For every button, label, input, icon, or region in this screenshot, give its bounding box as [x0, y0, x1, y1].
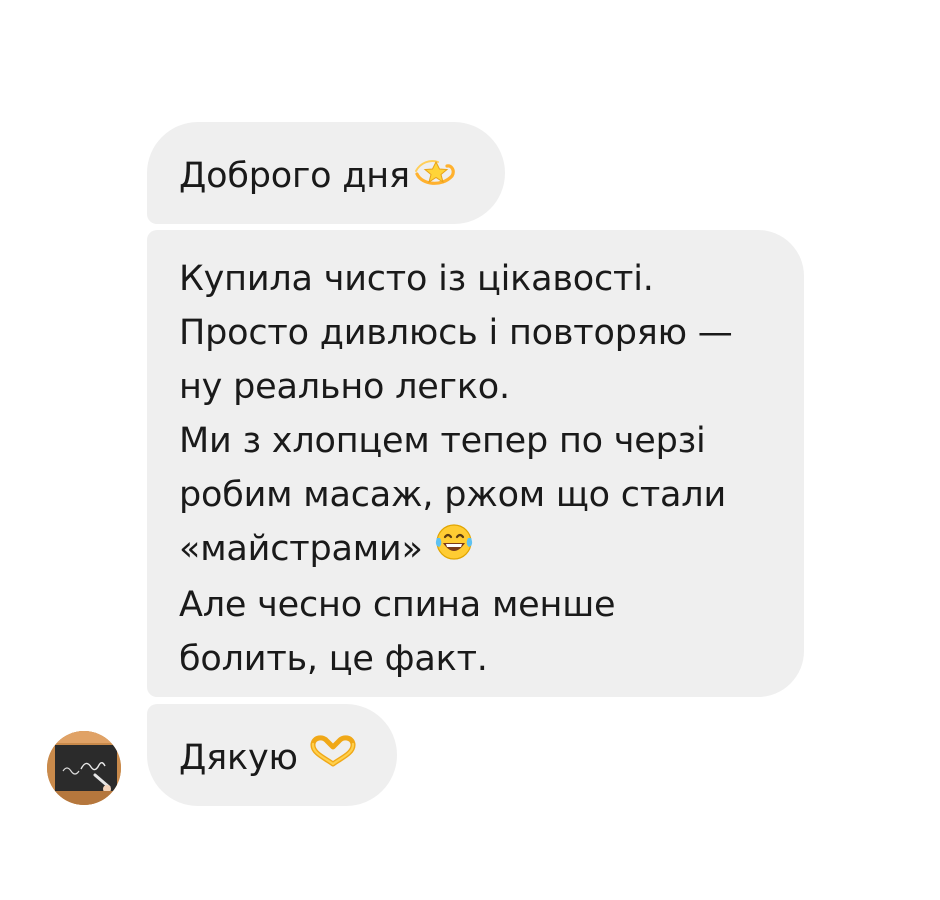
message-line: Просто дивлюсь і повторяю — — [179, 313, 733, 353]
message-line: робим масаж, ржом що стали — [179, 475, 727, 515]
tears-of-joy-icon — [433, 522, 475, 578]
avatar[interactable] — [47, 731, 121, 805]
message-bubble-review[interactable]: Купила чисто із цікавості. Просто дивлюс… — [147, 230, 804, 697]
dizzy-star-icon — [414, 150, 456, 204]
message-thread: Доброго дня Купила чисто із цікавості. П… — [0, 0, 940, 900]
message-line: болить, це факт. — [179, 639, 488, 679]
message-line: ну реально легко. — [179, 367, 510, 407]
chalkboard-avatar-icon — [47, 731, 121, 805]
message-line: Але чесно спина менше — [179, 585, 616, 625]
message-text: Доброго дня — [179, 156, 410, 196]
message-bubble-thanks[interactable]: Дякую — [147, 704, 397, 806]
message-bubble-greeting[interactable]: Доброго дня — [147, 122, 505, 224]
message-line: Купила чисто із цікавості. — [179, 259, 654, 299]
message-line-with-emoji: «майстрами» — [179, 522, 804, 578]
message-line: «майстрами» — [179, 529, 423, 569]
message-text: Дякую — [179, 738, 298, 778]
message-line: Ми з хлопцем тепер по черзі — [179, 421, 706, 461]
heart-hands-icon — [308, 732, 358, 786]
